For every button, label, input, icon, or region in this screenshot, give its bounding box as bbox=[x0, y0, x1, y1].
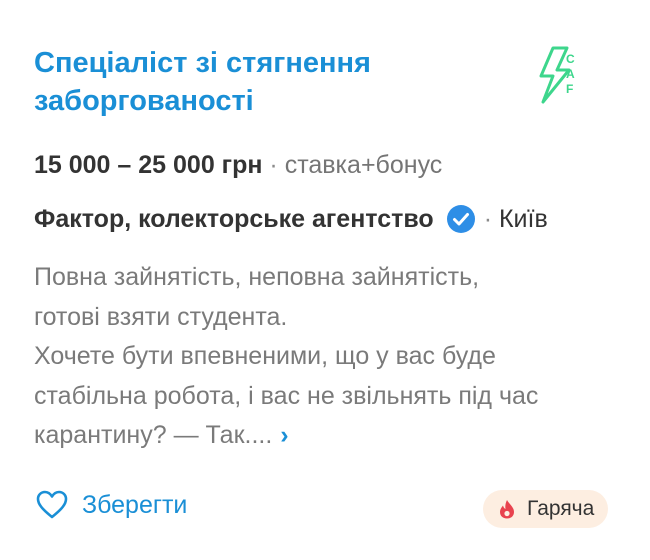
chevron-right-icon[interactable]: › bbox=[280, 416, 288, 456]
save-button[interactable]: Зберегти bbox=[36, 488, 187, 522]
logo-letter-a: A bbox=[566, 67, 575, 81]
heart-icon bbox=[36, 490, 68, 519]
city-name: Київ bbox=[498, 205, 548, 233]
vacancy-description[interactable]: Повна зайнятість, неповна зайнятість, го… bbox=[34, 258, 624, 456]
logo-letter-f: F bbox=[566, 82, 573, 96]
separator-dot-city: · bbox=[483, 205, 493, 233]
vacancy-title[interactable]: Спеціаліст зі стягнення заборгованості bbox=[34, 44, 474, 120]
description-line: Повна зайнятість, неповна зайнятість, bbox=[34, 263, 480, 291]
separator-dot: · bbox=[269, 151, 278, 179]
logo-letter-c: C bbox=[566, 52, 575, 66]
description-line: Хочете бути впевненими, що у вас буде bbox=[34, 342, 496, 370]
company-row: Фактор, колекторське агентство · Київ bbox=[34, 202, 548, 236]
vacancy-card[interactable]: Спеціаліст зі стягнення заборгованості C… bbox=[0, 0, 650, 560]
company-logo: C A F bbox=[539, 46, 575, 104]
company-name[interactable]: Фактор, колекторське агентство bbox=[34, 202, 434, 236]
fire-icon bbox=[500, 500, 514, 519]
save-label: Зберегти bbox=[82, 491, 188, 519]
verified-check-icon bbox=[446, 205, 475, 233]
hot-label: Гаряча bbox=[527, 497, 595, 520]
description-line: стабільна робота, і вас не звільнять під… bbox=[34, 381, 539, 410]
description-line: готові взяти студента. bbox=[34, 302, 288, 331]
salary-row: 15 000 – 25 000 грн · ставка+бонус bbox=[34, 148, 442, 182]
salary-range: 15 000 – 25 000 грн bbox=[34, 151, 263, 179]
description-line: карантину? — Так.... bbox=[34, 421, 273, 449]
salary-note: ставка+бонус bbox=[284, 151, 443, 179]
hot-badge: Гаряча bbox=[483, 490, 609, 528]
